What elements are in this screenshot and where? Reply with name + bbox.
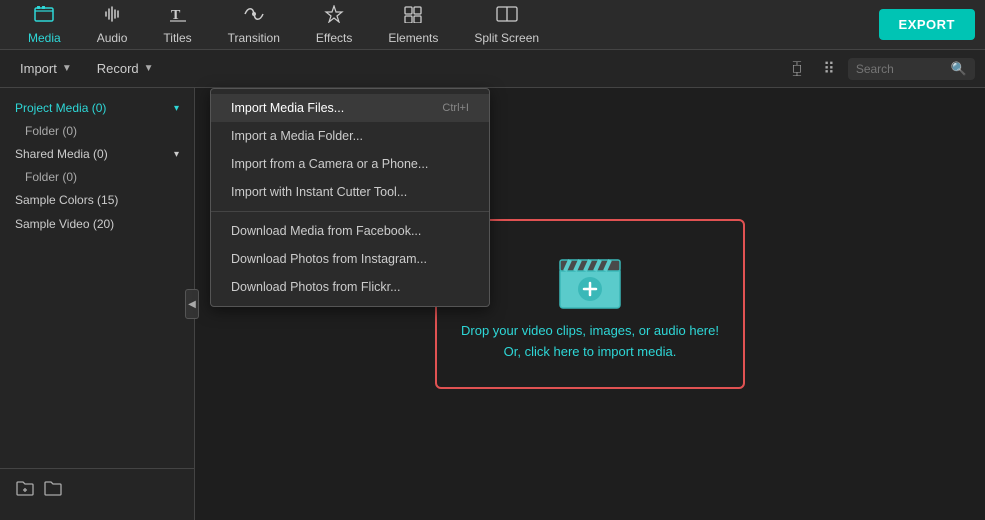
sidebar-item-sample-video[interactable]: Sample Video (20) <box>0 212 194 236</box>
dropdown-download-facebook[interactable]: Download Media from Facebook... <box>211 217 489 245</box>
import-media-files-label: Import Media Files... <box>231 101 344 115</box>
shared-media-label: Shared Media (0) <box>15 147 108 161</box>
import-arrow-icon: ▼ <box>62 63 72 74</box>
filter-button[interactable]: ⧮ <box>784 56 810 82</box>
sub-toolbar: Import ▼ Record ▼ ⧮ ⠿ 🔍 <box>0 50 985 88</box>
toolbar-item-titles[interactable]: T Titles <box>145 0 209 50</box>
drop-text-line1: Drop your video clips, images, or audio … <box>461 321 719 342</box>
project-media-chevron-icon: ▾ <box>174 103 179 114</box>
toolbar-item-media[interactable]: Media <box>10 0 79 50</box>
search-box: 🔍 <box>848 58 975 80</box>
toolbar-item-titles-label: Titles <box>163 31 191 45</box>
import-dropdown-menu: Import Media Files... Ctrl+I Import a Me… <box>210 88 490 307</box>
dropdown-import-cutter[interactable]: Import with Instant Cutter Tool... <box>211 178 489 206</box>
folder-label: Folder (0) <box>25 124 77 138</box>
shared-folder-label: Folder (0) <box>25 170 77 184</box>
effects-icon <box>324 5 344 28</box>
transition-icon <box>243 5 265 28</box>
toolbar-item-elements[interactable]: Elements <box>370 0 456 50</box>
toolbar-item-audio[interactable]: Audio <box>79 0 146 50</box>
elements-icon <box>403 5 423 28</box>
grid-view-button[interactable]: ⠿ <box>815 55 843 83</box>
collapse-arrow-icon: ◀ <box>188 299 196 310</box>
main-toolbar: Media Audio T Titles Transition <box>0 0 985 50</box>
download-flickr-label: Download Photos from Flickr... <box>231 280 401 294</box>
main-area: Project Media (0) ▾ Folder (0) Shared Me… <box>0 88 985 520</box>
dropdown-import-camera[interactable]: Import from a Camera or a Phone... <box>211 150 489 178</box>
toolbar-item-audio-label: Audio <box>97 31 128 45</box>
toolbar-item-transition[interactable]: Transition <box>210 0 298 50</box>
open-folder-button[interactable] <box>43 479 63 502</box>
sidebar-item-shared-folder[interactable]: Folder (0) <box>0 166 194 188</box>
record-button[interactable]: Record ▼ <box>87 56 164 81</box>
toolbar-item-split-screen[interactable]: Split Screen <box>456 0 557 50</box>
sidebar-footer <box>0 468 194 512</box>
shared-media-chevron-icon: ▾ <box>174 149 179 160</box>
export-button[interactable]: EXPORT <box>879 9 975 40</box>
download-instagram-label: Download Photos from Instagram... <box>231 252 427 266</box>
sidebar-item-folder[interactable]: Folder (0) <box>0 120 194 142</box>
dropdown-import-media-folder[interactable]: Import a Media Folder... <box>211 122 489 150</box>
toolbar-item-split-screen-label: Split Screen <box>474 31 539 45</box>
add-media-folder-button[interactable] <box>15 479 35 502</box>
search-input[interactable] <box>856 62 946 76</box>
sample-colors-label: Sample Colors (15) <box>15 193 118 207</box>
sidebar-item-project-media[interactable]: Project Media (0) ▾ <box>0 96 194 120</box>
sidebar-item-sample-colors[interactable]: Sample Colors (15) <box>0 188 194 212</box>
media-icon <box>34 5 54 28</box>
import-cutter-label: Import with Instant Cutter Tool... <box>231 185 407 199</box>
download-facebook-label: Download Media from Facebook... <box>231 224 421 238</box>
search-icon: 🔍 <box>951 61 967 77</box>
toolbar-item-transition-label: Transition <box>228 31 280 45</box>
sidebar: Project Media (0) ▾ Folder (0) Shared Me… <box>0 88 195 520</box>
sidebar-item-shared-media[interactable]: Shared Media (0) ▾ <box>0 142 194 166</box>
toolbar-item-media-label: Media <box>28 31 61 45</box>
toolbar-item-effects-label: Effects <box>316 31 352 45</box>
dropdown-download-instagram[interactable]: Download Photos from Instagram... <box>211 245 489 273</box>
dropdown-divider <box>211 211 489 212</box>
split-screen-icon <box>496 5 518 28</box>
record-label: Record <box>97 61 139 76</box>
toolbar-item-elements-label: Elements <box>388 31 438 45</box>
import-media-folder-label: Import a Media Folder... <box>231 129 363 143</box>
drop-text-line2: Or, click here to import media. <box>461 342 719 363</box>
import-camera-label: Import from a Camera or a Phone... <box>231 157 428 171</box>
audio-icon <box>102 5 122 28</box>
project-media-label: Project Media (0) <box>15 101 106 115</box>
titles-icon: T <box>168 5 188 28</box>
record-arrow-icon: ▼ <box>144 63 154 74</box>
sample-video-label: Sample Video (20) <box>15 217 114 231</box>
sidebar-collapse-handle[interactable]: ◀ <box>185 289 199 319</box>
import-media-files-shortcut: Ctrl+I <box>442 102 469 114</box>
import-button[interactable]: Import ▼ <box>10 56 82 81</box>
import-label: Import <box>20 61 57 76</box>
clapperboard-icon <box>555 246 625 311</box>
dropdown-download-flickr[interactable]: Download Photos from Flickr... <box>211 273 489 301</box>
toolbar-item-effects[interactable]: Effects <box>298 0 370 50</box>
dropdown-import-media-files[interactable]: Import Media Files... Ctrl+I <box>211 94 489 122</box>
drop-zone-text: Drop your video clips, images, or audio … <box>461 321 719 363</box>
